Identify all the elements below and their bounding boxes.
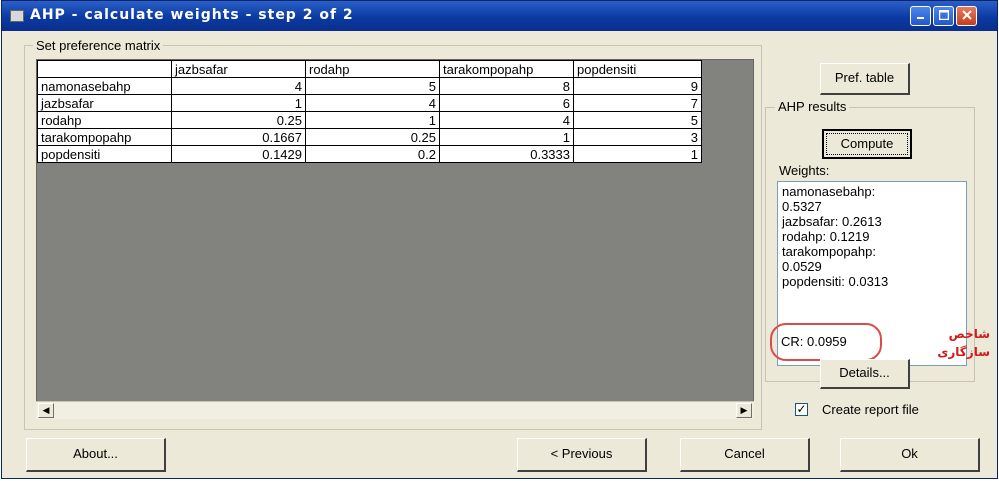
- close-icon: [961, 10, 972, 20]
- annotation-line: شاخص: [948, 327, 990, 341]
- matrix-cell[interactable]: 4: [171, 77, 306, 95]
- matrix-cell[interactable]: 0.25: [305, 128, 440, 146]
- cancel-button[interactable]: Cancel: [680, 438, 810, 472]
- app-icon: [10, 10, 24, 22]
- maximize-button[interactable]: [933, 6, 954, 26]
- matrix-cell[interactable]: 0.2: [305, 145, 440, 163]
- row-header: popdensiti: [37, 145, 172, 163]
- matrix-cell[interactable]: 3: [573, 128, 702, 146]
- previous-button[interactable]: < Previous: [517, 438, 647, 472]
- weights-line: rodahp: 0.1219: [782, 229, 870, 244]
- minimize-button[interactable]: [910, 6, 931, 26]
- ahp-results-label: AHP results: [775, 99, 850, 114]
- details-button[interactable]: Details...: [820, 359, 910, 389]
- weights-line: tarakompopahp:: [782, 244, 876, 259]
- title-bar[interactable]: AHP - calculate weights - step 2 of 2: [2, 1, 997, 31]
- column-header: jazbsafar: [171, 60, 306, 78]
- column-header: tarakompopahp: [439, 60, 574, 78]
- weights-line: 0.0529: [782, 259, 822, 274]
- table-row: namonasebahp 4 5 8 9: [37, 77, 702, 95]
- minimize-icon: [916, 17, 924, 19]
- matrix-header-row: jazbsafar rodahp tarakompopahp popdensit…: [37, 60, 702, 78]
- ahp-dialog-window: AHP - calculate weights - step 2 of 2 Se…: [1, 0, 998, 479]
- details-button-label: Details...: [839, 365, 890, 380]
- cr-highlight-oval: [770, 323, 882, 361]
- preference-matrix-label: Set preference matrix: [33, 38, 164, 53]
- matrix-cell[interactable]: 8: [439, 77, 574, 95]
- previous-button-label: < Previous: [550, 446, 613, 461]
- matrix-cell[interactable]: 5: [573, 111, 702, 129]
- horizontal-scrollbar[interactable]: ◀ ▶: [36, 401, 754, 419]
- cancel-button-label: Cancel: [724, 446, 765, 461]
- matrix-cell[interactable]: 0.25: [171, 111, 306, 129]
- matrix-cell[interactable]: 1: [305, 111, 440, 129]
- row-header: rodahp: [37, 111, 172, 129]
- table-row: rodahp 0.25 1 4 5: [37, 111, 702, 129]
- close-button[interactable]: [956, 6, 977, 26]
- matrix-cell[interactable]: 1: [171, 94, 306, 112]
- column-header: popdensiti: [573, 60, 702, 78]
- table-row: jazbsafar 1 4 6 7: [37, 94, 702, 112]
- preference-matrix-grid[interactable]: jazbsafar rodahp tarakompopahp popdensit…: [36, 59, 754, 419]
- matrix-corner-cell: [37, 60, 172, 78]
- row-header: tarakompopahp: [37, 128, 172, 146]
- pref-table-button[interactable]: Pref. table: [820, 63, 910, 95]
- row-header: jazbsafar: [37, 94, 172, 112]
- weights-label: Weights:: [779, 163, 830, 178]
- weights-line: popdensiti: 0.0313: [782, 274, 889, 289]
- matrix-cell[interactable]: 7: [573, 94, 702, 112]
- weights-line: namonasebahp:: [782, 184, 876, 199]
- pref-table-button-label: Pref. table: [834, 70, 895, 85]
- matrix-cell[interactable]: 0.1429: [171, 145, 306, 163]
- row-header: namonasebahp: [37, 77, 172, 95]
- create-report-checkbox[interactable]: ✓: [795, 403, 808, 416]
- matrix-cell[interactable]: 0.3333: [439, 145, 574, 163]
- about-button[interactable]: About...: [26, 438, 166, 472]
- window-title: AHP - calculate weights - step 2 of 2: [30, 7, 354, 23]
- compute-button-label: Compute: [826, 133, 908, 155]
- weights-line: jazbsafar: 0.2613: [782, 214, 882, 229]
- ok-button-label: Ok: [901, 446, 918, 461]
- matrix-cell[interactable]: 9: [573, 77, 702, 95]
- table-row: tarakompopahp 0.1667 0.25 1 3: [37, 128, 702, 146]
- matrix-cell[interactable]: 5: [305, 77, 440, 95]
- table-row: popdensiti 0.1429 0.2 0.3333 1: [37, 145, 702, 163]
- matrix-cell[interactable]: 1: [573, 145, 702, 163]
- compute-button[interactable]: Compute: [822, 129, 912, 159]
- ok-button[interactable]: Ok: [840, 438, 980, 472]
- scroll-left-arrow-icon[interactable]: ◀: [38, 403, 54, 418]
- consistency-index-annotation: شاخص سازگاری: [890, 325, 990, 361]
- scroll-right-arrow-icon[interactable]: ▶: [736, 403, 752, 418]
- matrix-cell[interactable]: 6: [439, 94, 574, 112]
- matrix-cell[interactable]: 4: [439, 111, 574, 129]
- about-button-label: About...: [73, 446, 118, 461]
- checkmark-icon: ✓: [796, 402, 807, 416]
- matrix-table[interactable]: jazbsafar rodahp tarakompopahp popdensit…: [37, 60, 702, 163]
- matrix-cell[interactable]: 0.1667: [171, 128, 306, 146]
- weights-line: 0.5327: [782, 199, 822, 214]
- matrix-cell[interactable]: 4: [305, 94, 440, 112]
- column-header: rodahp: [305, 60, 440, 78]
- maximize-icon: [938, 10, 949, 20]
- create-report-label[interactable]: Create report file: [822, 402, 919, 417]
- matrix-cell[interactable]: 1: [439, 128, 574, 146]
